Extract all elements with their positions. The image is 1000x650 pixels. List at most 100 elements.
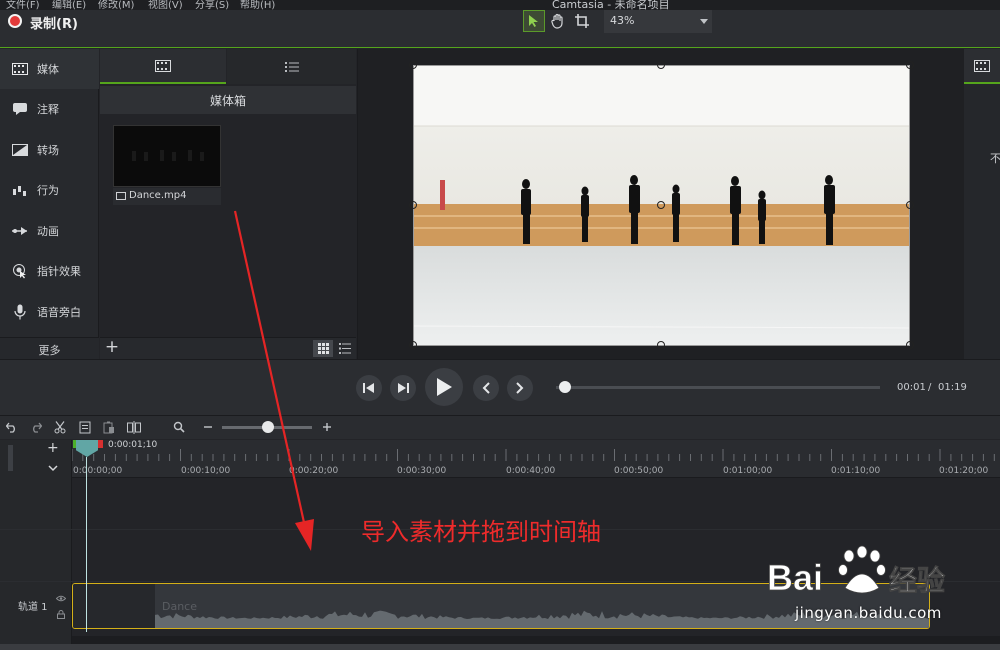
resize-handle[interactable]: [906, 61, 914, 69]
list-view-button[interactable]: [336, 340, 354, 357]
redo-icon: [33, 422, 42, 433]
arrow-cursor-icon: [529, 15, 538, 27]
timeline-scrollbar[interactable]: [72, 636, 1000, 644]
add-media-button[interactable]: +: [102, 337, 122, 359]
step-back-button[interactable]: [356, 375, 382, 401]
record-icon[interactable]: [8, 14, 22, 28]
menu-view[interactable]: 视图(V): [148, 0, 183, 10]
top-toolbar: [0, 10, 1000, 48]
resize-handle[interactable]: [906, 341, 914, 349]
menu-help[interactable]: 帮助(H): [240, 0, 275, 10]
sidebar-item-annotations[interactable]: 注释: [0, 89, 99, 129]
copy-button[interactable]: [77, 419, 93, 435]
chevron-right-icon: [516, 382, 524, 394]
step-forward-button[interactable]: [390, 375, 416, 401]
redo-button[interactable]: [28, 419, 44, 435]
resize-handle[interactable]: [657, 61, 665, 69]
ruler-label: 0:00:00;00: [73, 466, 123, 476]
resize-handle[interactable]: [657, 341, 665, 349]
svg-text:经验: 经验: [889, 564, 945, 597]
previous-button[interactable]: [473, 375, 499, 401]
sidebar-item-label: 语音旁白: [37, 306, 81, 319]
media-clip-name: Dance.mp4: [129, 190, 187, 201]
zoom-value: 43%: [610, 14, 635, 27]
center-handle[interactable]: [657, 201, 665, 209]
scrubber-track[interactable]: [556, 386, 880, 389]
watermark-url: jingyan.baidu.com: [795, 604, 942, 622]
select-tool-button[interactable]: [523, 10, 545, 32]
next-button[interactable]: [507, 375, 533, 401]
track-label: 轨道 1: [18, 602, 48, 613]
sidebar-item-voice-narration[interactable]: 语音旁白: [0, 292, 99, 332]
microphone-icon: [10, 304, 30, 320]
zoom-out-button[interactable]: [200, 419, 216, 435]
menu-file[interactable]: 文件(F): [6, 0, 40, 10]
resize-handle[interactable]: [409, 61, 417, 69]
behavior-icon: [10, 182, 30, 198]
sidebar-item-label: 转场: [37, 144, 59, 157]
tab-media-bin[interactable]: [100, 49, 226, 84]
sidebar-item-behaviors[interactable]: 行为: [0, 170, 99, 210]
video-file-icon: [116, 192, 126, 200]
tab-library[interactable]: [227, 49, 356, 84]
annotation-icon: [10, 101, 30, 117]
crop-tool-button[interactable]: [571, 10, 593, 32]
menu-edit[interactable]: 编辑(E): [52, 0, 86, 10]
ruler-label: 0:00:10;00: [181, 466, 231, 476]
sidebar-item-label: 行为: [37, 184, 59, 197]
split-button[interactable]: [126, 419, 142, 435]
sidebar-item-label: 媒体: [37, 63, 59, 76]
media-clip-thumbnail[interactable]: [113, 125, 221, 187]
sidebar-item-animations[interactable]: 动画: [0, 211, 99, 251]
ruler-ticks: [72, 449, 995, 461]
pan-tool-button[interactable]: [547, 10, 569, 32]
properties-panel: [964, 49, 1000, 359]
add-track-button[interactable]: +: [47, 441, 59, 455]
properties-text: 不: [990, 152, 1000, 165]
tools-sidebar: 媒体 注释 转场 行为 动画 指针效果 语音旁白: [0, 49, 99, 359]
eye-icon[interactable]: [55, 592, 67, 605]
track-height-slider[interactable]: [8, 445, 13, 471]
current-time: 00:01: [897, 382, 926, 393]
selection-end-marker[interactable]: [98, 440, 103, 448]
menu-share[interactable]: 分享(S): [195, 0, 229, 10]
time-separator: /: [928, 382, 932, 393]
paste-button[interactable]: [101, 419, 117, 435]
undo-button[interactable]: [4, 419, 20, 435]
play-button[interactable]: [425, 368, 463, 406]
chevron-down-icon: [48, 465, 58, 472]
tab-properties[interactable]: [964, 49, 1000, 84]
copy-icon: [79, 421, 91, 433]
chevron-left-icon: [482, 382, 490, 394]
resize-handle[interactable]: [906, 201, 914, 209]
paste-icon: [103, 421, 114, 433]
menu-modify[interactable]: 修改(M): [98, 0, 134, 10]
lock-icon[interactable]: [57, 609, 65, 622]
step-back-icon: [363, 383, 374, 393]
zoom-button[interactable]: [171, 419, 187, 435]
instruction-annotation: 导入素材并拖到时间轴: [361, 518, 601, 546]
sidebar-item-media[interactable]: 媒体: [0, 49, 99, 89]
dancers-thumbnail-icon: [114, 126, 220, 186]
collapse-tracks-button[interactable]: [48, 462, 58, 475]
scrubber-handle[interactable]: [559, 381, 571, 393]
undo-icon: [6, 422, 15, 433]
film-strip-icon: [155, 59, 171, 72]
more-button[interactable]: 更多: [0, 337, 99, 359]
cut-button[interactable]: [52, 419, 68, 435]
sidebar-item-label: 指针效果: [37, 265, 81, 278]
zoom-level-select[interactable]: 43%: [604, 10, 712, 33]
resize-handle[interactable]: [409, 201, 417, 209]
sidebar-item-cursor-effects[interactable]: 指针效果: [0, 251, 99, 291]
crop-icon: [575, 14, 589, 28]
record-button[interactable]: 录制(R): [30, 13, 78, 32]
film-strip-icon: [10, 61, 30, 77]
ruler-label: 0:00:50;00: [614, 466, 664, 476]
sidebar-item-transitions[interactable]: 转场: [0, 130, 99, 170]
resize-handle[interactable]: [409, 341, 417, 349]
svg-text:Bai: Bai: [767, 557, 823, 598]
step-forward-icon: [398, 383, 409, 393]
timeline-toolbar: [0, 415, 1000, 439]
menu-bar: 文件(F) 编辑(E) 修改(M) 视图(V) 分享(S) 帮助(H) Camt…: [0, 0, 1000, 10]
film-strip-icon: [974, 59, 990, 72]
